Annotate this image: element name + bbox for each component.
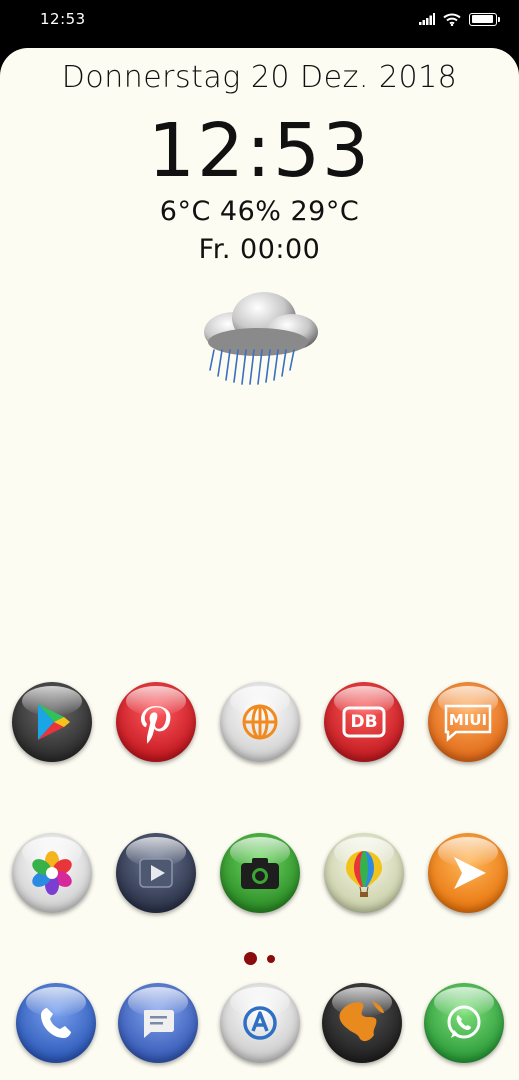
battery-icon [469, 12, 500, 26]
email-icon [243, 1006, 277, 1040]
browser-app[interactable] [220, 682, 300, 762]
status-bar: 12:53 [0, 0, 519, 44]
app-row-1: DB MIUI [0, 682, 519, 766]
messages-icon [144, 1010, 174, 1038]
phone-app[interactable] [16, 983, 96, 1063]
miui-app[interactable]: MIUI [428, 682, 508, 762]
email-app[interactable] [220, 983, 300, 1063]
db-label: DB [350, 712, 378, 732]
dock [0, 983, 519, 1067]
widget-time[interactable]: 12:53 [0, 108, 519, 194]
balloon-app[interactable] [324, 833, 404, 913]
wifi-icon [443, 13, 461, 26]
widget-next-alarm: Fr. 00:00 [198, 234, 321, 265]
play-store-icon [38, 704, 70, 740]
globe-browser-app[interactable] [322, 983, 402, 1063]
widget-weather: 6°C 46% 29°C [159, 196, 360, 227]
play-store-app[interactable] [12, 682, 92, 762]
status-time: 12:53 [40, 10, 86, 28]
pinterest-app[interactable] [116, 682, 196, 762]
signal-icon [419, 13, 435, 25]
pinterest-icon [141, 706, 171, 744]
phone-icon [41, 1008, 71, 1038]
gallery-app[interactable] [12, 833, 92, 913]
messages-app[interactable] [118, 983, 198, 1063]
browser-icon [242, 704, 278, 740]
app-row-2 [0, 833, 519, 917]
status-icons [419, 12, 500, 26]
page-indicator [0, 952, 519, 965]
home-screen: Donnerstag 20 Dez. 2018 12:53 6°C 46% 29… [0, 48, 519, 1080]
db-navigator-app[interactable]: DB [324, 682, 404, 762]
miui-label: MIUI [448, 711, 488, 729]
widget-date: Donnerstag 20 Dez. 2018 [61, 60, 458, 95]
page-dot-1[interactable] [244, 952, 257, 965]
battery-level [471, 15, 493, 23]
gallery-icon [32, 851, 72, 895]
arrow-play-app[interactable] [428, 833, 508, 913]
page-dot-2[interactable] [267, 954, 275, 963]
camera-app[interactable] [220, 833, 300, 913]
video-player-app[interactable] [116, 833, 196, 913]
whatsapp-app[interactable] [424, 983, 504, 1063]
balloon-icon [346, 851, 382, 897]
whatsapp-icon [447, 1005, 481, 1039]
rain-cloud-icon[interactable] [194, 284, 324, 394]
arrow-play-icon [454, 857, 486, 889]
globe-icon [339, 1001, 384, 1042]
camera-icon [241, 858, 279, 889]
video-player-icon [139, 858, 173, 888]
